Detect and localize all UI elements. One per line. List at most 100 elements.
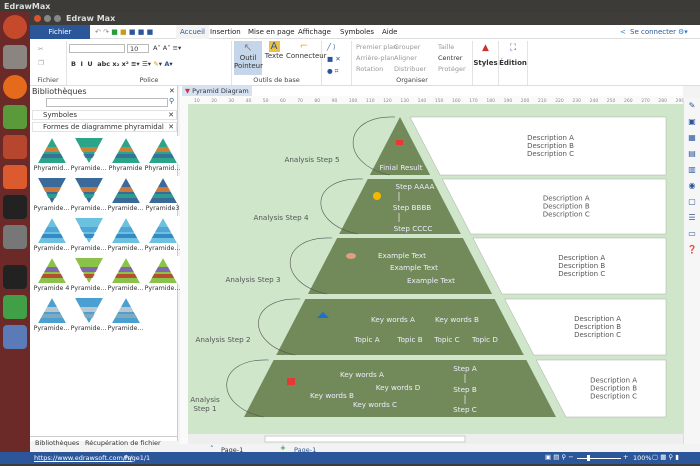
library-shape[interactable]: Pyramide... <box>70 176 107 216</box>
label: Pyramide... <box>144 245 181 252</box>
library-shape[interactable]: Pyramide... <box>107 176 144 216</box>
close-icon[interactable]: ✕ <box>168 111 176 119</box>
send-back-button[interactable]: Arrière-plan <box>356 54 394 62</box>
library-search-input[interactable] <box>46 98 168 107</box>
cut-icon[interactable]: ✂ <box>38 45 43 53</box>
edraw-icon[interactable] <box>3 325 27 349</box>
share-icon[interactable]: < <box>620 25 626 39</box>
amazon-icon[interactable] <box>3 195 27 219</box>
pyramid-thumbnail-icon <box>71 216 106 245</box>
ruler-label: 270 <box>641 98 650 104</box>
protect-button[interactable]: Protéger <box>438 65 466 73</box>
pyramid-layer-2[interactable] <box>276 299 524 355</box>
font-family-select[interactable] <box>69 44 125 53</box>
files-icon[interactable] <box>3 45 27 69</box>
tab-mise-en-page[interactable]: Mise en page <box>248 25 295 39</box>
section-symboles[interactable]: Symboles ✕ <box>32 110 177 120</box>
calc-icon[interactable] <box>3 105 27 129</box>
connect-link[interactable]: Se connecter <box>630 25 676 39</box>
software-icon[interactable] <box>3 165 27 189</box>
fit-icons[interactable]: ▢ ▦ ⚲ ▮ <box>652 453 679 461</box>
library-shape[interactable]: Pyramide... <box>107 216 144 256</box>
library-shape[interactable]: Pyramide... <box>33 216 70 256</box>
canvas[interactable]: 10 20 30 40 50 60 70 80 90 100 110 120 130 140 150 160 1… <box>180 96 683 444</box>
zoom-in-icon[interactable]: + <box>623 453 628 461</box>
library-shape[interactable]: Pyramide... <box>33 176 70 216</box>
rectangle-icon[interactable]: ■ ✕ <box>327 55 341 63</box>
text-tool-button[interactable]: A Texte <box>263 41 285 60</box>
edition-button[interactable]: ⛶ Édition <box>499 41 528 85</box>
scroll-thumb[interactable] <box>264 435 466 443</box>
tab-affichage[interactable]: Affichage <box>298 25 331 39</box>
tab-recuperation[interactable]: Récupération de fichier <box>85 439 161 447</box>
website-link[interactable]: https://www.edrawsoft.com/fr/ <box>34 454 132 462</box>
font-size-select[interactable]: 10 <box>127 44 149 53</box>
section-pyramid-shapes[interactable]: Formes de diagramme phyramidal ✕ <box>32 122 177 132</box>
connector-tool-button[interactable]: ⌐ Connecteur <box>286 41 327 60</box>
ubuntu-icon[interactable] <box>3 15 27 39</box>
minimize-icon[interactable] <box>44 15 51 22</box>
library-shape[interactable]: Phyramid... <box>33 136 70 176</box>
center-button[interactable]: Centrer <box>438 54 462 62</box>
close-icon[interactable]: ✕ <box>169 87 175 95</box>
library-shape[interactable]: Pyramide... <box>70 136 107 176</box>
search-icon[interactable]: ⚲ <box>169 97 174 105</box>
qt-icon[interactable] <box>3 295 27 319</box>
add-page-icon[interactable]: + <box>280 444 286 452</box>
firefox-icon[interactable] <box>3 75 27 99</box>
library-shape[interactable]: Pyramide... <box>107 256 144 296</box>
library-shape[interactable]: Pyramide... <box>144 216 181 256</box>
library-shape[interactable]: Pyramide... <box>144 256 181 296</box>
ellipse-icon[interactable]: ● ⌗ <box>327 67 338 76</box>
os-top-bar: EdrawMax <box>0 0 700 12</box>
library-shape[interactable]: Phyramide <box>107 136 144 176</box>
library-shape[interactable]: Pyramide... <box>70 216 107 256</box>
size-button[interactable]: Taille <box>438 43 454 51</box>
maximize-icon[interactable] <box>54 15 61 22</box>
library-shape[interactable]: Pyramide... <box>33 296 70 336</box>
bring-front-button[interactable]: Premier plan <box>356 43 397 51</box>
pyramid-thumbnail-icon <box>71 136 106 165</box>
diagram-icon: ▼ <box>185 87 190 95</box>
gear-icon[interactable]: ⚙▾ <box>678 25 688 39</box>
tab-aide[interactable]: Aide <box>382 25 397 39</box>
view-icons[interactable]: ▣ ▤ ⚲ − <box>545 453 574 461</box>
tab-bibliotheques[interactable]: Bibliothèques <box>35 439 79 447</box>
label: Pyramid Diagram <box>192 87 249 95</box>
zoom-slider-thumb[interactable] <box>587 455 590 461</box>
quick-access-toolbar[interactable]: ↶ ↷ ■ ■ ■ ■ ■ <box>95 28 153 36</box>
library-shape[interactable]: Phyramid... <box>144 136 181 176</box>
pointer-tool-button[interactable]: ↖ Outil Pointeur <box>234 41 263 75</box>
label: Pyramide... <box>70 245 107 252</box>
styles-button[interactable]: ▲ Styles <box>473 41 499 85</box>
line-icon[interactable]: ╱ ⟩ <box>327 43 336 51</box>
copy-icon[interactable]: ❐ <box>38 59 44 67</box>
library-shape[interactable]: Pyramide... <box>70 296 107 336</box>
distribute-button[interactable]: Distribuer <box>394 65 426 73</box>
library-shape[interactable]: Pyramide... <box>107 296 144 336</box>
terminal-icon[interactable] <box>3 265 27 289</box>
zoom-slider[interactable] <box>577 458 621 459</box>
tab-accueil[interactable]: Accueil <box>176 25 209 39</box>
pyramid-thumbnail-icon <box>108 136 143 165</box>
library-shape[interactable]: Pyramide... <box>70 256 107 296</box>
document-tab[interactable]: ▼ Pyramid Diagram ✕ <box>182 86 252 103</box>
settings-icon[interactable] <box>3 225 27 249</box>
impress-icon[interactable] <box>3 135 27 159</box>
tab-insertion[interactable]: Insertion <box>210 25 241 39</box>
align-button[interactable]: Aligner <box>394 54 417 62</box>
tab-symboles[interactable]: Symboles <box>340 25 374 39</box>
right-tool-icons[interactable]: ✎ ▣ ▦ ▤ ▥ ◉ ▢ ☰ ▭ ❓ <box>684 98 700 258</box>
file-menu[interactable]: Fichier <box>30 25 90 39</box>
library-shape[interactable]: Pyramide 4 <box>33 256 70 296</box>
ruler-label: 220 <box>555 98 564 104</box>
group-button[interactable]: Grouper <box>394 43 420 51</box>
close-icon[interactable] <box>34 15 41 22</box>
rotation-button[interactable]: Rotation <box>356 65 383 73</box>
format-buttons[interactable]: B I U abc x₂ x² ≡▾ ☰▾ ✎▾ A▾ <box>71 60 173 68</box>
description-text: Description B <box>543 203 590 211</box>
step-label: Analysis Step 2 <box>195 335 250 344</box>
font-grow-icon[interactable]: A˄ A˅ ≡▾ <box>153 44 181 52</box>
close-icon[interactable]: ✕ <box>168 123 176 131</box>
library-shape[interactable]: Pyramide3 <box>144 176 181 216</box>
